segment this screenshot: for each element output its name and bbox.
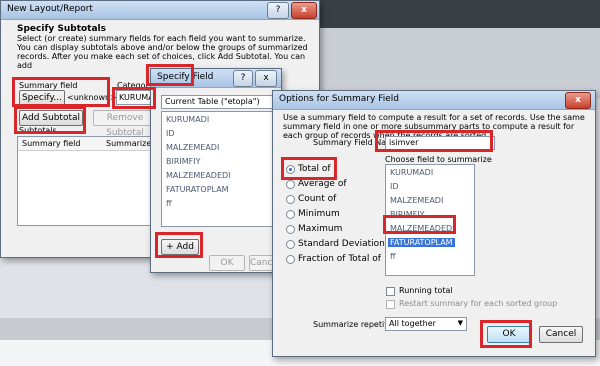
unknown-summary-text: <unknown> — [67, 93, 117, 102]
remove-subtotal-button[interactable]: Remove Subtotal — [93, 110, 157, 138]
specify-field-item[interactable]: KURUMADI — [166, 115, 209, 124]
specify-titlebar: Specify Field ? x — [151, 69, 281, 88]
background-desktop — [318, 0, 600, 28]
subtotals-header: Summary field Summarized by — [18, 137, 169, 151]
running-total-checkbox[interactable] — [386, 287, 395, 296]
restart-summary-checkbox[interactable] — [386, 300, 395, 309]
specify-field-item[interactable]: ID — [166, 129, 175, 138]
chevron-down-icon: ▼ — [457, 319, 463, 327]
fraction-of-total-label: Fraction of Total of — [298, 254, 381, 264]
specify-field-list[interactable]: KURUMADI ID MALZEMEADI BIRIMFIY MALZEMEA… — [161, 111, 273, 227]
table-select-value: Current Table ("etopla") — [165, 97, 260, 106]
specify-field-item[interactable]: MALZEMEADI — [166, 143, 219, 152]
layout-description: Select (or create) summary fields for ea… — [17, 34, 308, 70]
layout-titlebar: New Layout/Report ? x — [1, 1, 319, 20]
options-title: Options for Summary Field — [279, 94, 399, 104]
add-field-button[interactable]: + Add — [161, 239, 199, 255]
minimum-label: Minimum — [298, 209, 340, 219]
options-cancel-button[interactable]: Cancel — [539, 326, 583, 343]
specify-close-button[interactable]: x — [255, 70, 277, 87]
options-titlebar: Options for Summary Field x — [273, 91, 595, 110]
count-of-label: Count of — [298, 194, 337, 204]
category-select[interactable]: KURUMADI — [116, 90, 154, 105]
options-ok-button[interactable]: OK — [487, 326, 531, 343]
subtotals-label: Subtotals — [19, 126, 57, 135]
options-dialog: Options for Summary Field x Use a summar… — [272, 90, 596, 357]
layout-close-button[interactable]: x — [291, 2, 317, 19]
minimum-radio[interactable] — [286, 210, 295, 219]
summarize-field-item[interactable]: MALZEMEADI — [390, 196, 443, 205]
summarize-field-item[interactable]: KURUMADI — [390, 168, 433, 177]
layout-section-title: Specify Subtotals — [17, 24, 106, 34]
repetitions-value: All together — [389, 319, 436, 328]
average-of-radio[interactable] — [286, 180, 295, 189]
summary-name-value: isimver — [389, 138, 419, 147]
repetitions-select[interactable]: All together ▼ — [385, 317, 467, 331]
average-of-label: Average of — [298, 179, 347, 189]
total-of-radio[interactable] — [286, 165, 295, 174]
add-subtotal-button[interactable]: Add Subtotal — [19, 110, 83, 126]
choose-field-label: Choose field to summarize — [385, 155, 492, 164]
fraction-of-total-radio[interactable] — [286, 255, 295, 264]
std-deviation-radio[interactable] — [286, 240, 295, 249]
layout-help-button[interactable]: ? — [267, 2, 289, 19]
specify-ok-button[interactable]: OK — [209, 255, 245, 271]
summary-field-label: Summary field — [19, 81, 78, 90]
summarize-field-item[interactable]: ID — [390, 182, 399, 191]
specify-field-item[interactable]: BIRIMFIY — [166, 157, 201, 166]
restart-summary-label: Restart summary for each sorted group — [399, 299, 558, 308]
table-select[interactable]: Current Table ("etopla") — [161, 95, 273, 109]
specify-field-item[interactable]: FATURATOPLAM — [166, 185, 229, 194]
background-panel — [318, 28, 600, 98]
maximum-label: Maximum — [298, 224, 343, 234]
summarize-field-item[interactable]: BIRIMFIY — [390, 210, 425, 219]
subtotals-table[interactable]: Summary field Summarized by — [17, 136, 169, 226]
layout-title: New Layout/Report — [7, 4, 93, 14]
specify-title: Specify Field — [157, 72, 214, 82]
summarize-field-item[interactable]: MALZEMEADEDI — [390, 224, 455, 233]
specify-field-dialog: Specify Field ? x Current Table ("etopla… — [150, 68, 282, 273]
summarize-field-list[interactable]: KURUMADI ID MALZEMEADI BIRIMFIY MALZEMEA… — [385, 164, 475, 276]
specify-field-item[interactable]: ff — [166, 199, 172, 208]
specify-button[interactable]: Specify... — [19, 90, 65, 106]
summarize-field-item[interactable]: ff — [390, 252, 396, 261]
column-summary-field[interactable]: Summary field — [22, 139, 80, 148]
category-select-value: KURUMADI — [119, 93, 154, 102]
std-deviation-label: Standard Deviation of — [298, 239, 397, 249]
total-of-label: Total of — [298, 164, 331, 174]
specify-help-button[interactable]: ? — [233, 70, 253, 87]
maximum-radio[interactable] — [286, 225, 295, 234]
specify-field-item[interactable]: MALZEMEADEDI — [166, 171, 231, 180]
running-total-label: Running total — [399, 286, 453, 295]
summarize-field-item-selected[interactable]: FATURATOPLAM — [388, 238, 455, 247]
options-close-button[interactable]: x — [565, 92, 591, 109]
count-of-radio[interactable] — [286, 195, 295, 204]
summary-name-input[interactable]: isimver — [385, 136, 495, 150]
